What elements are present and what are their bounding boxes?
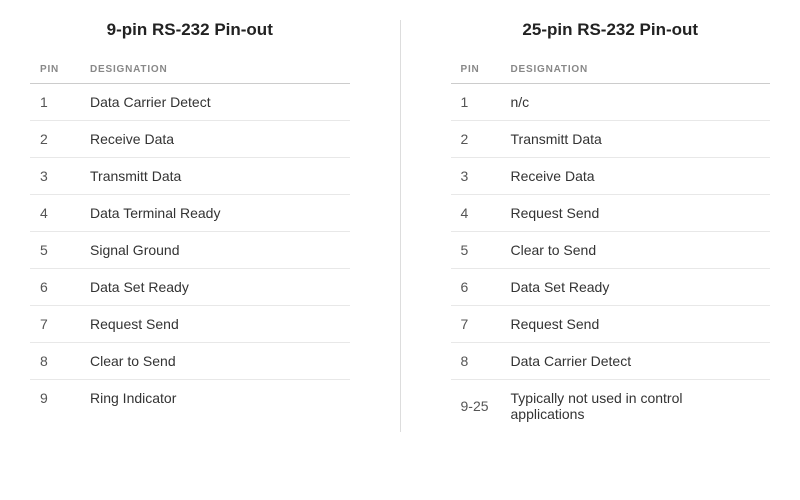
- pin-designation: Ring Indicator: [80, 380, 350, 417]
- nine-pin-section: 9-pin RS-232 Pin-out PIN DESIGNATION 1 D…: [30, 20, 350, 432]
- pin-number: 7: [451, 306, 501, 343]
- pin-number: 6: [451, 269, 501, 306]
- pin-designation: Clear to Send: [80, 343, 350, 380]
- pin-designation: Request Send: [501, 195, 771, 232]
- nine-pin-table: PIN DESIGNATION 1 Data Carrier Detect 2 …: [30, 58, 350, 416]
- vertical-divider: [400, 20, 401, 432]
- nine-pin-tbody: 1 Data Carrier Detect 2 Receive Data 3 T…: [30, 84, 350, 417]
- twenty-five-pin-col-designation: DESIGNATION: [501, 58, 771, 84]
- pin-number: 1: [451, 84, 501, 121]
- pin-number: 3: [451, 158, 501, 195]
- pin-designation: Data Terminal Ready: [80, 195, 350, 232]
- pin-designation: Transmitt Data: [501, 121, 771, 158]
- pin-designation: Data Carrier Detect: [80, 84, 350, 121]
- twenty-five-pin-col-pin: PIN: [451, 58, 501, 84]
- twenty-five-pin-tbody: 1 n/c 2 Transmitt Data 3 Receive Data 4 …: [451, 84, 771, 433]
- table-row: 5 Signal Ground: [30, 232, 350, 269]
- twenty-five-pin-title: 25-pin RS-232 Pin-out: [451, 20, 771, 40]
- pin-number: 7: [30, 306, 80, 343]
- pin-number: 3: [30, 158, 80, 195]
- table-row: 2 Receive Data: [30, 121, 350, 158]
- table-row: 8 Data Carrier Detect: [451, 343, 771, 380]
- pin-number: 1: [30, 84, 80, 121]
- table-row: 4 Request Send: [451, 195, 771, 232]
- nine-pin-col-pin: PIN: [30, 58, 80, 84]
- pin-number: 2: [30, 121, 80, 158]
- pin-designation: n/c: [501, 84, 771, 121]
- tables-container: 9-pin RS-232 Pin-out PIN DESIGNATION 1 D…: [30, 20, 770, 432]
- table-row: 4 Data Terminal Ready: [30, 195, 350, 232]
- table-row: 7 Request Send: [451, 306, 771, 343]
- pin-designation: Data Carrier Detect: [501, 343, 771, 380]
- table-row: 8 Clear to Send: [30, 343, 350, 380]
- table-row: 6 Data Set Ready: [30, 269, 350, 306]
- pin-designation: Receive Data: [501, 158, 771, 195]
- twenty-five-pin-table: PIN DESIGNATION 1 n/c 2 Transmitt Data 3…: [451, 58, 771, 432]
- table-row: 3 Transmitt Data: [30, 158, 350, 195]
- pin-number: 8: [451, 343, 501, 380]
- table-row: 1 n/c: [451, 84, 771, 121]
- table-row: 1 Data Carrier Detect: [30, 84, 350, 121]
- pin-number: 5: [451, 232, 501, 269]
- pin-designation: Data Set Ready: [501, 269, 771, 306]
- pin-designation: Request Send: [80, 306, 350, 343]
- pin-number: 2: [451, 121, 501, 158]
- twenty-five-pin-header-row: PIN DESIGNATION: [451, 58, 771, 84]
- nine-pin-col-designation: DESIGNATION: [80, 58, 350, 84]
- pin-designation: Receive Data: [80, 121, 350, 158]
- pin-designation: Signal Ground: [80, 232, 350, 269]
- pin-number: 4: [30, 195, 80, 232]
- table-row: 7 Request Send: [30, 306, 350, 343]
- pin-number: 4: [451, 195, 501, 232]
- pin-number: 9-25: [451, 380, 501, 433]
- table-row: 9-25 Typically not used in control appli…: [451, 380, 771, 433]
- nine-pin-title: 9-pin RS-232 Pin-out: [30, 20, 350, 40]
- table-row: 6 Data Set Ready: [451, 269, 771, 306]
- pin-designation: Clear to Send: [501, 232, 771, 269]
- pin-number: 5: [30, 232, 80, 269]
- table-row: 9 Ring Indicator: [30, 380, 350, 417]
- pin-number: 9: [30, 380, 80, 417]
- pin-number: 8: [30, 343, 80, 380]
- pin-designation: Typically not used in control applicatio…: [501, 380, 771, 433]
- pin-number: 6: [30, 269, 80, 306]
- table-row: 5 Clear to Send: [451, 232, 771, 269]
- pin-designation: Request Send: [501, 306, 771, 343]
- nine-pin-header-row: PIN DESIGNATION: [30, 58, 350, 84]
- pin-designation: Transmitt Data: [80, 158, 350, 195]
- twenty-five-pin-section: 25-pin RS-232 Pin-out PIN DESIGNATION 1 …: [451, 20, 771, 432]
- table-row: 3 Receive Data: [451, 158, 771, 195]
- table-row: 2 Transmitt Data: [451, 121, 771, 158]
- pin-designation: Data Set Ready: [80, 269, 350, 306]
